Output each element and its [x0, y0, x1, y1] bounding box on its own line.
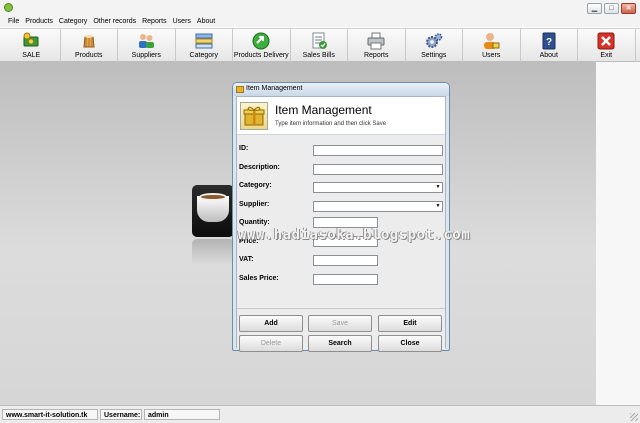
toolbar-settings-button[interactable]: Settings — [406, 29, 463, 62]
menu-about[interactable]: About — [194, 17, 218, 27]
resize-grip[interactable] — [630, 413, 638, 421]
supplier-select[interactable]: ▼ — [313, 201, 443, 212]
vat-field[interactable] — [313, 255, 378, 266]
toolbar-suppliers-button[interactable]: Suppliers — [118, 29, 176, 62]
help-book-icon: ? — [540, 32, 558, 50]
menu-users[interactable]: Users — [170, 17, 194, 27]
save-button[interactable]: Save — [308, 315, 372, 332]
id-label: ID: — [239, 145, 249, 152]
user-lock-icon — [482, 32, 500, 50]
item-management-dialog: Item Management Item Management Type ite… — [232, 82, 450, 352]
toolbar-suppliers-label: Suppliers — [131, 52, 161, 59]
dialog-header: Item Management Type item information an… — [237, 97, 445, 135]
category-label: Category: — [239, 182, 272, 189]
window-titlebar: ▁ □ ✕ — [0, 0, 640, 17]
category-select[interactable]: ▼ — [313, 182, 443, 193]
dialog-body: Item Management Type item information an… — [236, 96, 446, 352]
item-form: ID: Description: Category: ▼ Supplier: ▼… — [237, 135, 445, 308]
menu-other-records[interactable]: Other records — [90, 17, 139, 27]
minimize-button[interactable]: ▁ — [587, 3, 602, 14]
dialog-header-title: Item Management — [275, 103, 372, 117]
menu-file[interactable]: File — [5, 17, 22, 27]
chevron-down-icon[interactable]: ▼ — [434, 202, 442, 211]
toolbar-about-button[interactable]: ? About — [521, 29, 578, 62]
dialog-button-area: Add Save Edit Delete Search Close — [237, 308, 445, 352]
toolbar-products-delivery-label: Products Delivery — [233, 52, 289, 59]
delivery-arrow-icon — [252, 32, 270, 50]
coffee-surface — [199, 193, 227, 201]
close-dialog-button[interactable]: Close — [378, 335, 442, 352]
toolbar-sales-bills-label: Sales Bills — [302, 52, 335, 59]
bill-icon — [310, 32, 328, 50]
sales-price-label: Sales Price: — [239, 275, 279, 282]
toolbar-settings-label: Settings — [421, 52, 447, 59]
supplier-label: Supplier: — [239, 201, 270, 208]
dialog-title-icon — [236, 86, 244, 93]
status-username-value: admin — [144, 409, 220, 420]
toolbar-exit-button[interactable]: Exit — [578, 29, 636, 62]
category-icon — [195, 32, 213, 50]
search-button[interactable]: Search — [308, 335, 372, 352]
status-website: www.smart-it-solution.tk — [2, 409, 98, 420]
exit-icon — [597, 32, 615, 50]
chevron-down-icon[interactable]: ▼ — [434, 183, 442, 192]
vat-label: VAT: — [239, 256, 254, 263]
main-toolbar: SALE Products Suppliers Category Product… — [0, 28, 640, 62]
add-button[interactable]: Add — [239, 315, 303, 332]
maximize-button[interactable]: □ — [604, 3, 619, 14]
svg-text:?: ? — [546, 37, 552, 48]
gears-icon — [425, 32, 443, 50]
statusbar: www.smart-it-solution.tk Username: admin — [0, 405, 640, 423]
toolbar-reports-label: Reports — [363, 52, 389, 59]
desktop-right-strip — [596, 62, 640, 405]
dialog-titlebar[interactable]: Item Management — [233, 83, 449, 96]
people-icon — [137, 32, 155, 50]
status-username-label: Username: — [100, 409, 142, 420]
menubar: File Products Category Other records Rep… — [0, 17, 640, 27]
gift-box-icon — [240, 102, 268, 130]
menu-products[interactable]: Products — [22, 17, 56, 27]
toolbar-products-button[interactable]: Products — [61, 29, 118, 62]
menu-category[interactable]: Category — [56, 17, 90, 27]
toolbar-products-delivery-button[interactable]: Products Delivery — [233, 29, 291, 62]
toolbar-reports-button[interactable]: Reports — [348, 29, 406, 62]
toolbar-sale-button[interactable]: SALE — [3, 29, 61, 62]
toolbar-sales-bills-button[interactable]: Sales Bills — [291, 29, 348, 62]
dialog-title: Item Management — [246, 85, 303, 92]
app-icon — [4, 3, 13, 12]
money-icon — [22, 32, 40, 50]
cake-icon — [80, 32, 98, 50]
toolbar-exit-label: Exit — [600, 52, 613, 59]
quantity-label: Quantity: — [239, 219, 270, 226]
description-field[interactable] — [313, 164, 443, 175]
edit-button[interactable]: Edit — [378, 315, 442, 332]
toolbar-category-label: Category — [189, 52, 218, 59]
id-field[interactable] — [313, 145, 443, 156]
toolbar-users-label: Users — [482, 52, 501, 59]
toolbar-about-label: About — [539, 52, 558, 59]
toolbar-category-button[interactable]: Category — [176, 29, 233, 62]
toolbar-users-button[interactable]: Users — [463, 29, 521, 62]
delete-button[interactable]: Delete — [239, 335, 303, 352]
printer-icon — [367, 32, 385, 50]
close-button[interactable]: ✕ — [621, 3, 636, 14]
blog-watermark: www.hadiasoka.blogspot.com — [238, 227, 471, 243]
dialog-header-subtitle: Type item information and then click Sav… — [275, 121, 387, 127]
logo-reflection — [192, 239, 234, 265]
sales-price-field[interactable] — [313, 274, 378, 285]
window-controls: ▁ □ ✕ — [587, 3, 636, 14]
toolbar-sale-label: SALE — [22, 52, 41, 59]
menu-reports[interactable]: Reports — [139, 17, 170, 27]
description-label: Description: — [239, 164, 280, 171]
toolbar-products-label: Products — [74, 52, 103, 59]
